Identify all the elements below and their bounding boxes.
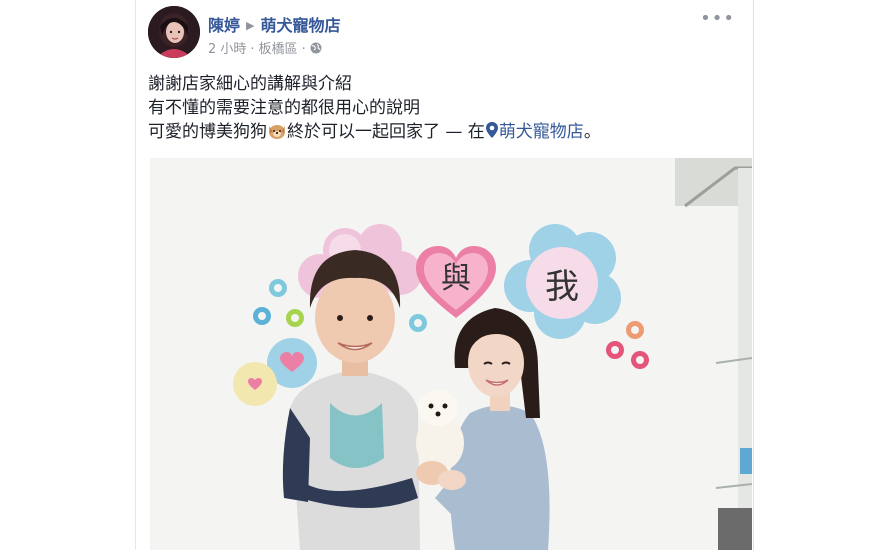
post-line-3-suffix: 終於可以一起回家了 — 在 (287, 122, 485, 142)
post-line-1: 謝謝店家細心的講解與介紹 (148, 74, 352, 94)
separator-dot: · (301, 42, 306, 57)
dog-face-icon (269, 125, 285, 139)
more-options-button[interactable]: ••• (700, 10, 735, 28)
post-photo[interactable]: 與 我 (150, 158, 752, 550)
post-body: 謝謝店家細心的講解與介紹 有不懂的需要注意的都很用心的說明 可愛的博美狗狗 終於可… (148, 72, 741, 144)
caret-right-icon: ▶ (246, 19, 255, 32)
globe-icon[interactable] (310, 42, 322, 54)
post-line-3: 可愛的博美狗狗 終於可以一起回家了 — 在萌犬寵物店。 (148, 120, 741, 144)
post-time[interactable]: 2 小時 (208, 42, 246, 57)
author-line: 陳婷 ▶ 萌犬寵物店 (208, 12, 341, 36)
separator-dot: · (250, 42, 255, 57)
post-line-3-end: 。 (583, 122, 601, 142)
checkin-place-link[interactable]: 萌犬寵物店 (499, 122, 584, 142)
post-meta: 2 小時 · 板橋區 · (208, 38, 322, 57)
page-name-link[interactable]: 萌犬寵物店 (260, 16, 340, 35)
wall-char-yu: 與 (441, 261, 471, 296)
post-line-3-prefix: 可愛的博美狗狗 (148, 122, 267, 142)
wall-char-wo: 我 (545, 267, 579, 307)
post-header: 陳婷 ▶ 萌犬寵物店 2 小時 · 板橋區 · ••• (148, 4, 741, 58)
author-name[interactable]: 陳婷 (208, 16, 240, 35)
avatar-image (148, 6, 200, 58)
avatar[interactable] (148, 6, 200, 58)
location-pin-icon (485, 122, 498, 138)
post-line-2: 有不懂的需要注意的都很用心的說明 (148, 98, 420, 118)
post-location[interactable]: 板橋區 (259, 42, 298, 57)
photo-scene: 與 我 (150, 158, 752, 550)
post-card: 陳婷 ▶ 萌犬寵物店 2 小時 · 板橋區 · ••• 謝謝店家細心的講解與介紹 有不懂的… (135, 0, 754, 550)
